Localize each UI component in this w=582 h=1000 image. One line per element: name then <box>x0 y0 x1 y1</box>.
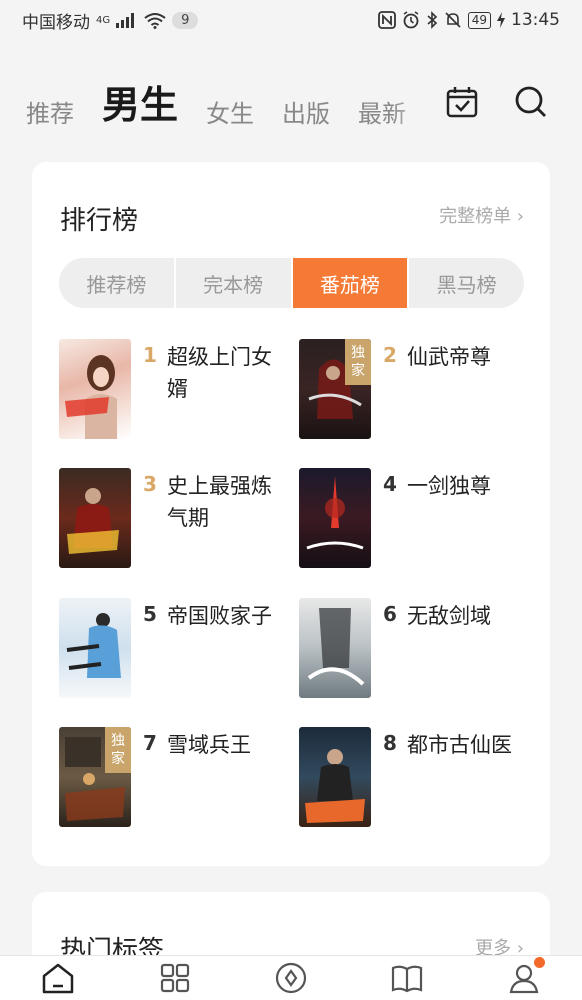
tab-female[interactable]: 女生 <box>206 94 254 137</box>
book-name: 帝国败家子 <box>167 604 272 628</box>
book-item[interactable]: 6 无敌剑域 <box>299 598 529 700</box>
book-name: 一剑独尊 <box>407 474 491 498</box>
tab-male[interactable]: 男生 <box>102 74 178 137</box>
book-name: 仙武帝尊 <box>407 345 491 369</box>
book-rank: 6 <box>383 602 397 626</box>
book-name: 超级上门女婿 <box>167 345 272 401</box>
book-cover <box>299 727 371 827</box>
exclusive-badge: 独家 <box>105 727 131 773</box>
book-cover <box>59 468 131 568</box>
segment-dark-horse[interactable]: 黑马榜 <box>409 258 524 308</box>
notification-count-badge: 9 <box>172 11 199 29</box>
ranking-segment-control: 推荐榜 完本榜 番茄榜 黑马榜 <box>59 258 524 308</box>
book-item[interactable]: 独家 7 雪域兵王 <box>59 727 289 829</box>
profile-tab[interactable] <box>507 957 545 995</box>
book-item[interactable]: 1 超级上门女婿 <box>59 339 289 441</box>
segment-tomato[interactable]: 番茄榜 <box>292 258 410 308</box>
wifi-icon <box>144 12 166 29</box>
tabs-fade <box>390 73 440 137</box>
channel-tabs: 推荐 男生 女生 出版 最新 <box>0 73 440 137</box>
exclusive-badge: 独家 <box>345 339 371 385</box>
status-bar: 中国移动 4G 9 49 13:45 <box>0 0 582 40</box>
book-name: 史上最强炼气期 <box>167 474 272 530</box>
ranking-card: 排行榜 完整榜单 › 推荐榜 完本榜 番茄榜 黑马榜 1 超级上门女婿 独家 2… <box>32 162 550 866</box>
full-list-link[interactable]: 完整榜单 › <box>439 202 524 228</box>
notification-dot <box>533 957 545 968</box>
book-cover <box>59 598 131 698</box>
tab-publish[interactable]: 出版 <box>282 94 330 137</box>
book-rank: 8 <box>383 731 397 755</box>
top-nav: 推荐 男生 女生 出版 最新 <box>0 70 582 140</box>
book-item[interactable]: 8 都市古仙医 <box>299 727 529 829</box>
book-cover <box>299 468 371 568</box>
signal-icon: 4G <box>96 14 111 26</box>
charging-icon <box>497 12 505 28</box>
book-cover: 独家 <box>59 727 131 827</box>
book-item[interactable]: 4 一剑独尊 <box>299 468 529 570</box>
book-cover: 独家 <box>299 339 371 439</box>
bookshelf-icon[interactable] <box>390 961 424 995</box>
bottom-tab-bar <box>0 955 582 1000</box>
segment-recommend[interactable]: 推荐榜 <box>59 258 176 308</box>
book-name: 雪域兵王 <box>167 733 251 757</box>
discover-icon[interactable] <box>274 961 308 995</box>
ranking-title: 排行榜 <box>60 206 139 236</box>
book-item[interactable]: 5 帝国败家子 <box>59 598 289 700</box>
tab-recommend[interactable]: 推荐 <box>26 94 74 137</box>
book-name: 无敌剑域 <box>407 604 491 628</box>
book-rank: 5 <box>143 602 157 626</box>
category-grid-icon[interactable] <box>158 961 192 995</box>
nfc-icon <box>377 11 396 29</box>
book-rank: 7 <box>143 731 157 755</box>
mute-icon <box>445 12 461 28</box>
alarm-icon <box>403 11 419 29</box>
battery-icon: 49 <box>467 11 491 29</box>
book-cover <box>299 598 371 698</box>
carrier-label: 中国移动 <box>22 12 90 33</box>
book-rank: 2 <box>383 343 397 367</box>
clock: 13:45 <box>511 10 560 30</box>
calendar-check-icon[interactable] <box>444 84 480 120</box>
book-item[interactable]: 独家 2 仙武帝尊 <box>299 339 529 441</box>
bluetooth-icon <box>427 11 437 29</box>
book-cover <box>59 339 131 439</box>
book-rank: 3 <box>143 472 157 496</box>
book-item[interactable]: 3 史上最强炼气期 <box>59 468 289 570</box>
search-icon[interactable] <box>513 84 549 120</box>
book-rank: 1 <box>143 343 157 367</box>
home-icon[interactable] <box>41 961 75 995</box>
segment-completed[interactable]: 完本榜 <box>176 258 293 308</box>
book-name: 都市古仙医 <box>407 733 512 757</box>
book-rank: 4 <box>383 472 397 496</box>
signal-bars-icon <box>116 13 135 28</box>
